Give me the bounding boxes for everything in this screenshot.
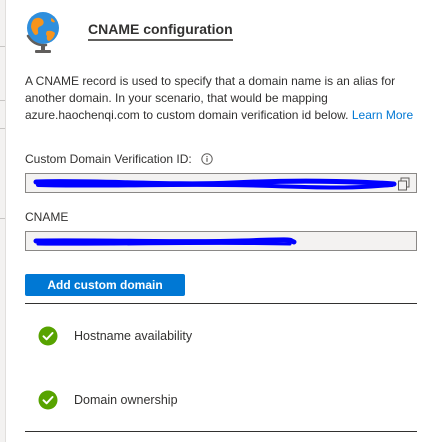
copy-icon[interactable]	[397, 177, 411, 191]
background-panel-edge	[0, 0, 6, 442]
cname-label: CNAME	[25, 210, 69, 224]
check-label: Domain ownership	[74, 393, 178, 407]
add-custom-domain-button[interactable]: Add custom domain	[25, 274, 185, 296]
check-circle-icon	[38, 390, 58, 410]
redaction-scribble	[33, 237, 297, 246]
hostname-availability-check: Hostname availability	[38, 324, 192, 348]
domain-ownership-check: Domain ownership	[38, 388, 178, 412]
description: A CNAME record is used to specify that a…	[25, 73, 417, 124]
verification-id-label: Custom Domain Verification ID:	[25, 152, 213, 166]
panel-title: CNAME configuration	[88, 21, 233, 41]
description-text: A CNAME record is used to specify that a…	[25, 74, 396, 122]
divider	[25, 431, 417, 432]
redaction-scribble	[33, 178, 397, 190]
verification-id-field[interactable]	[25, 173, 417, 193]
check-circle-icon	[38, 326, 58, 346]
divider	[25, 303, 417, 304]
check-label: Hostname availability	[74, 329, 193, 343]
info-icon[interactable]	[201, 153, 213, 165]
cname-field[interactable]	[25, 231, 417, 251]
verification-id-label-text: Custom Domain Verification ID:	[25, 152, 192, 166]
globe-icon	[26, 12, 59, 53]
learn-more-link[interactable]: Learn More	[352, 108, 413, 122]
